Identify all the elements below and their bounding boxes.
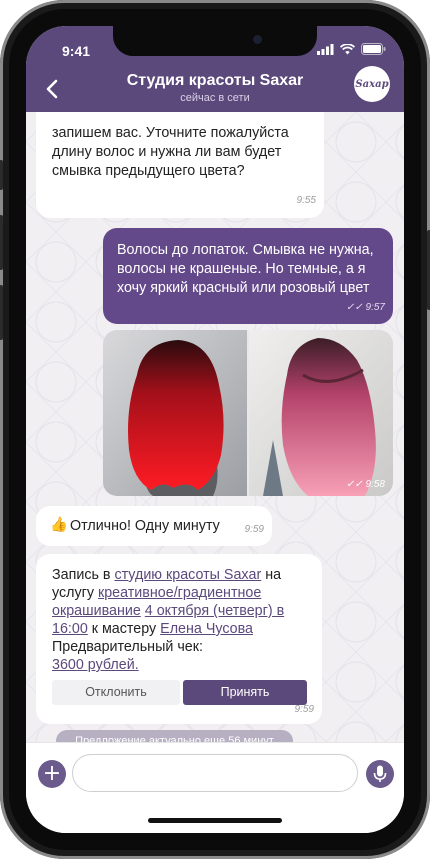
composer: + bbox=[26, 742, 404, 833]
read-check-icon: ✓✓ bbox=[345, 302, 366, 313]
accept-button[interactable]: Принять bbox=[183, 680, 307, 705]
message-list[interactable]: запишем вас. Уточните пожалуйста длину в… bbox=[26, 112, 404, 742]
price-link[interactable]: 3600 рублей. bbox=[52, 657, 139, 673]
chat-header: 9:41 Студия красоты Saxar сейчас в сети … bbox=[26, 26, 404, 112]
mute-switch bbox=[0, 160, 3, 190]
battery-icon bbox=[361, 43, 386, 55]
screen: 9:41 Студия красоты Saxar сейчас в сети … bbox=[26, 26, 404, 833]
message-text: Волосы до лопаток. Смывка не нужна, воло… bbox=[117, 242, 374, 296]
message-input[interactable] bbox=[72, 754, 358, 792]
volume-down-button bbox=[0, 285, 3, 340]
attach-plus-button[interactable]: + bbox=[38, 760, 66, 788]
status-time: 9:41 bbox=[62, 43, 91, 59]
wifi-icon bbox=[340, 43, 355, 54]
message-time: 9:55 bbox=[296, 195, 316, 206]
decline-button[interactable]: Отклонить bbox=[52, 680, 180, 705]
offer-expiry-notice: Предложение актуально еще 56 минут bbox=[56, 730, 293, 742]
message-text: запишем вас. Уточните пожалуйста длину в… bbox=[52, 125, 289, 179]
booking-text: Запись в студию красоты Saxar на услугу … bbox=[52, 567, 285, 673]
message-time: ✓✓ 9:58 bbox=[345, 479, 385, 490]
notch bbox=[113, 26, 317, 56]
master-link[interactable]: Елена Чусова bbox=[160, 621, 253, 637]
read-check-icon: ✓✓ bbox=[345, 479, 366, 490]
photo-message[interactable]: ✓✓ 9:58 bbox=[103, 330, 393, 496]
message-incoming[interactable]: 👍 Отлично! Одну минуту 9:59 bbox=[36, 506, 272, 546]
message-time: 9:59 bbox=[244, 524, 264, 535]
check-label: Предварительный чек: bbox=[52, 639, 203, 655]
camera-icon bbox=[253, 35, 262, 44]
message-text: Отлично! Одну минуту bbox=[70, 518, 220, 534]
microphone-icon bbox=[373, 765, 387, 782]
message-time: ✓✓ 9:57 bbox=[345, 302, 385, 313]
chat-status: сейчас в сети bbox=[180, 92, 250, 104]
voice-button[interactable] bbox=[366, 760, 394, 788]
thumbs-up-icon: 👍 bbox=[50, 517, 68, 533]
message-time: 9:59 bbox=[294, 704, 314, 715]
studio-link[interactable]: студию красоты Saxar bbox=[114, 567, 261, 583]
message-incoming[interactable]: запишем вас. Уточните пожалуйста длину в… bbox=[36, 112, 324, 218]
home-indicator[interactable] bbox=[148, 818, 282, 823]
hair-photos-image bbox=[103, 330, 393, 496]
booking-offer-card: Запись в студию красоты Saxar на услугу … bbox=[36, 554, 322, 724]
plus-icon: + bbox=[42, 761, 62, 786]
message-outgoing[interactable]: Волосы до лопаток. Смывка не нужна, воло… bbox=[103, 228, 393, 324]
avatar[interactable]: Saxap bbox=[354, 66, 390, 102]
signal-icon bbox=[317, 43, 334, 55]
status-icons bbox=[317, 43, 386, 55]
chat-title: Студия красоты Saxar bbox=[126, 72, 304, 89]
avatar-logo-text: Saxap bbox=[355, 78, 389, 90]
volume-up-button bbox=[0, 215, 3, 270]
